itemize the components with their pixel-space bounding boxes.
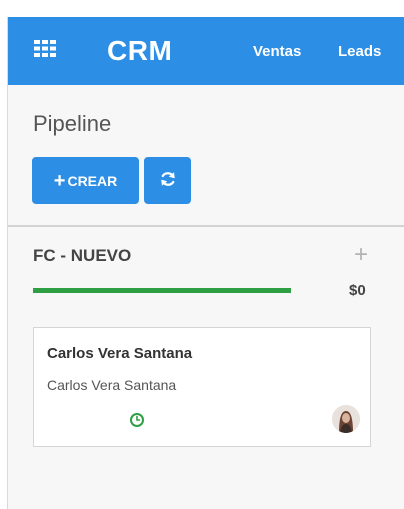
card-title: Carlos Vera Santana [47,345,193,362]
column-add-icon[interactable]: + [354,243,368,267]
refresh-button[interactable] [144,157,191,204]
apps-grid-icon[interactable] [34,40,56,57]
column-progress-bar [33,288,291,293]
refresh-icon [159,170,177,191]
column-title: FC - NUEVO [33,246,132,265]
top-navbar: CRM Ventas Leads [8,17,404,85]
clock-icon[interactable] [129,412,145,428]
create-button[interactable]: + CREAR [32,157,139,204]
nav-leads[interactable]: Leads [338,43,381,60]
column-total: $0 [349,282,366,299]
page-title: Pipeline [33,111,112,136]
card-subtitle: Carlos Vera Santana [47,377,177,393]
section-divider [8,225,404,227]
brand-title[interactable]: CRM [107,35,172,67]
plus-icon: + [53,169,66,192]
kanban-card[interactable]: Carlos Vera Santana Carlos Vera Santana [33,327,371,447]
user-avatar[interactable] [332,405,360,433]
column-progress-fill [33,288,291,293]
app-frame: CRM Ventas Leads Pipeline + CREAR FC - N… [7,17,404,509]
nav-ventas[interactable]: Ventas [253,43,301,60]
create-button-label: CREAR [67,172,118,189]
